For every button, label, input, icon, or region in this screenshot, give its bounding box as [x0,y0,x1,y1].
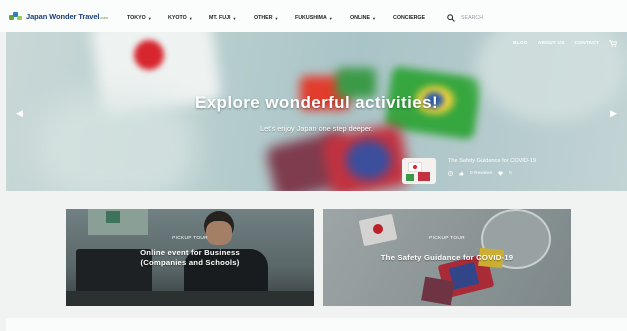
pickup-tag: PICKUP TOUR [172,236,208,241]
hero-banner: BLOG ABOUT US CONTACT ◀ ▶ Explore wonder… [6,32,627,191]
brand-name: Japan Wonder Travel [26,11,100,21]
nav-item-label: MT. FUJI [209,15,231,21]
nav-item-label: KYOTO [168,15,187,21]
chevron-down-icon: ▼ [372,15,376,21]
like-count: 0 [509,171,512,176]
nav-item-other[interactable]: OTHER ▼ [254,15,295,21]
nav-item-online[interactable]: ONLINE ▼ [350,15,393,21]
about-us-link[interactable]: ABOUT US [538,41,565,46]
heart-icon [498,171,503,176]
chevron-down-icon: ▼ [188,15,193,21]
tour-thumbnail [402,158,436,184]
top-navigation: Japan Wonder Travel.com TOKYO ▼ KYOTO ▼ … [0,0,627,32]
search-input[interactable] [461,12,511,24]
pickup-card-online-event[interactable]: PICKUP TOUR Online event for Business (C… [66,209,314,306]
review-count: 0 Reviews [470,171,493,176]
blog-link[interactable]: BLOG [513,41,528,46]
brand-suffix: .com [99,14,108,20]
secondary-menu: BLOG ABOUT US CONTACT [513,40,617,47]
cart-icon[interactable] [609,40,617,47]
nav-item-label: OTHER [254,15,273,21]
pickup-card-covid-guidance[interactable]: PICKUP TOUR The Safety Guidance for COVI… [323,209,571,306]
nav-item-tokyo[interactable]: TOKYO ▼ [127,15,168,21]
hero-background-shape [346,140,391,180]
hero-subtitle: Let's enjoy Japan one step deeper. [260,124,373,133]
clock-icon [448,171,453,176]
chevron-down-icon: ▼ [274,15,279,21]
nav-item-label: FUKUSHIMA [295,15,327,21]
nav-item-mt-fuji[interactable]: MT. FUJI ▼ [209,15,254,21]
chevron-down-icon: ▼ [328,15,333,21]
nav-item-kyoto[interactable]: KYOTO ▼ [168,15,209,21]
nav-item-concierge[interactable]: CONCIERGE [393,15,441,21]
search [447,12,511,24]
hero-title: Explore wonderful activities! [194,93,439,112]
nav-item-fukushima[interactable]: FUKUSHIMA ▼ [295,15,350,21]
logo-icon [9,11,23,21]
contact-link[interactable]: CONTACT [575,41,600,46]
chevron-down-icon: ▼ [147,15,152,21]
featured-tour-title[interactable]: The Safety Guidance for COVID-19 [448,158,536,164]
chevron-down-icon: ▼ [232,15,237,21]
pickup-title: The Safety Guidance for COVID-19 [380,253,514,262]
pickup-title: Online event for Business (Companies and… [140,248,240,267]
page: Japan Wonder Travel.com TOKYO ▼ KYOTO ▼ … [0,0,627,331]
nav-item-label: CONCIERGE [393,15,426,21]
logo-text: Japan Wonder Travel.com [26,12,108,21]
nav-item-label: TOKYO [127,15,146,21]
featured-tour-card[interactable]: The Safety Guidance for COVID-19 0 Revie… [402,156,582,186]
pickup-tag: PICKUP TOUR [429,236,465,241]
featured-tour-info: The Safety Guidance for COVID-19 0 Revie… [448,158,536,176]
thumbs-up-icon [459,171,464,176]
featured-tour-meta: 0 Reviews 0 [448,171,536,176]
main-menu: TOKYO ▼ KYOTO ▼ MT. FUJI ▼ OTHER ▼ FUKUS… [127,15,441,21]
search-icon[interactable] [447,14,455,22]
content-section-edge [6,318,627,331]
hero-background-shape [134,40,164,70]
logo[interactable]: Japan Wonder Travel.com [9,11,108,21]
nav-item-label: ONLINE [350,15,371,21]
